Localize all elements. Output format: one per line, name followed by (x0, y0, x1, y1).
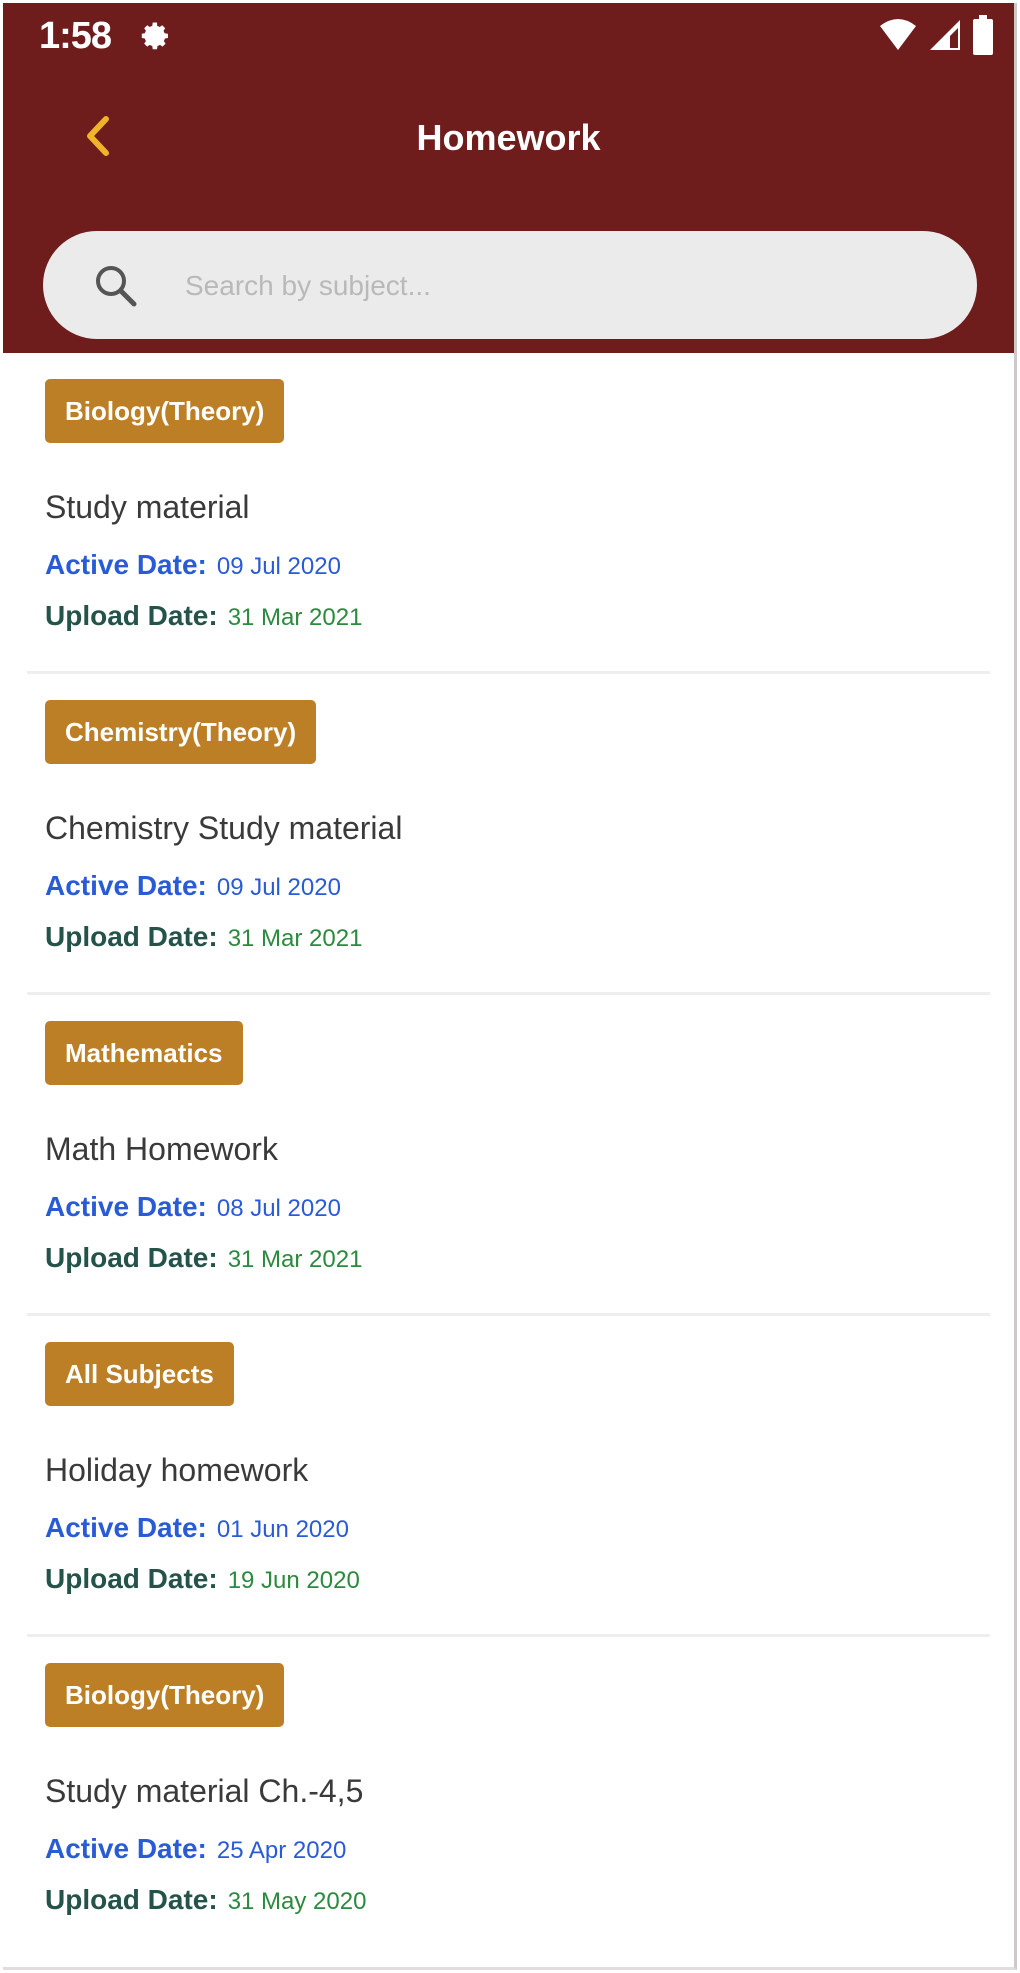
upload-date-label: Upload Date: (45, 600, 218, 631)
homework-card[interactable]: Mathematics Math Homework Active Date: 08… (3, 995, 1014, 1316)
active-date-row: Active Date: 08 Jul 2020 (45, 1191, 341, 1223)
homework-title: Math Homework (45, 1131, 278, 1167)
upload-date-value: 31 Mar 2021 (227, 1246, 363, 1273)
upload-date-value: 31 Mar 2021 (227, 925, 363, 952)
homework-card[interactable]: Biology(Theory) Study material Active Da… (3, 353, 1014, 674)
upload-date-label: Upload Date: (45, 921, 218, 952)
subject-tag: Mathematics (45, 1021, 243, 1085)
battery-icon (972, 14, 994, 60)
page-title: Homework (416, 117, 601, 158)
homework-card[interactable]: Biology(Theory) Study material Ch.-4,5 A… (3, 1637, 1014, 1958)
upload-date-value: 31 Mar 2021 (227, 604, 363, 631)
homework-card[interactable]: Chemistry(Theory) Chemistry Study materi… (3, 674, 1014, 995)
homework-title: Study material Ch.-4,5 (45, 1773, 364, 1809)
homework-title: Chemistry Study material (45, 810, 403, 846)
search-bar[interactable] (43, 231, 977, 339)
subject-tag: All Subjects (45, 1342, 234, 1406)
active-date-label: Active Date: (45, 1833, 207, 1864)
signal-icon (928, 18, 962, 57)
upload-date-label: Upload Date: (45, 1884, 218, 1915)
status-icons (878, 14, 994, 60)
active-date-value: 25 Apr 2020 (216, 1837, 347, 1864)
gear-icon (135, 17, 173, 55)
active-date-label: Active Date: (45, 1512, 207, 1543)
active-date-value: 01 Jun 2020 (216, 1516, 349, 1543)
homework-list: Biology(Theory) Study material Active Da… (3, 353, 1014, 1958)
active-date-row: Active Date: 25 Apr 2020 (45, 1833, 346, 1865)
active-date-label: Active Date: (45, 549, 207, 580)
subject-tag: Chemistry(Theory) (45, 700, 317, 764)
wifi-icon (878, 18, 918, 57)
upload-date-value: 31 May 2020 (227, 1888, 367, 1915)
app-screen: 1:58 Homework Search by subject... Biolo… (3, 3, 1017, 1970)
homework-card[interactable]: All Subjects Holiday homework Active Dat… (3, 1316, 1014, 1637)
active-date-row: Active Date: 09 Jul 2020 (45, 549, 341, 581)
upload-date-row: Upload Date: 19 Jun 2020 (45, 1563, 360, 1595)
active-date-label: Active Date: (45, 1191, 207, 1222)
active-date-label: Active Date: (45, 870, 207, 901)
status-bar: 1:58 (3, 3, 1014, 73)
upload-date-row: Upload Date: 31 May 2020 (45, 1884, 366, 1916)
upload-date-label: Upload Date: (45, 1242, 218, 1273)
app-bar: 1:58 Homework Search by subject... (3, 3, 1014, 353)
subject-tag: Biology(Theory) (45, 379, 285, 443)
upload-date-row: Upload Date: 31 Mar 2021 (45, 600, 362, 632)
toolbar: Homework (3, 83, 1014, 193)
homework-title: Holiday homework (45, 1452, 309, 1488)
upload-date-value: 19 Jun 2020 (227, 1567, 360, 1594)
active-date-row: Active Date: 09 Jul 2020 (45, 870, 341, 902)
upload-date-row: Upload Date: 31 Mar 2021 (45, 921, 362, 953)
search-icon (91, 261, 139, 309)
search-input[interactable] (183, 255, 927, 317)
active-date-value: 09 Jul 2020 (216, 874, 341, 901)
active-date-row: Active Date: 01 Jun 2020 (45, 1512, 349, 1544)
upload-date-label: Upload Date: (45, 1563, 218, 1594)
active-date-value: 09 Jul 2020 (216, 553, 341, 580)
upload-date-row: Upload Date: 31 Mar 2021 (45, 1242, 362, 1274)
homework-title: Study material (45, 489, 250, 525)
active-date-value: 08 Jul 2020 (216, 1195, 341, 1222)
status-time: 1:58 (39, 15, 112, 57)
subject-tag: Biology(Theory) (45, 1663, 285, 1727)
